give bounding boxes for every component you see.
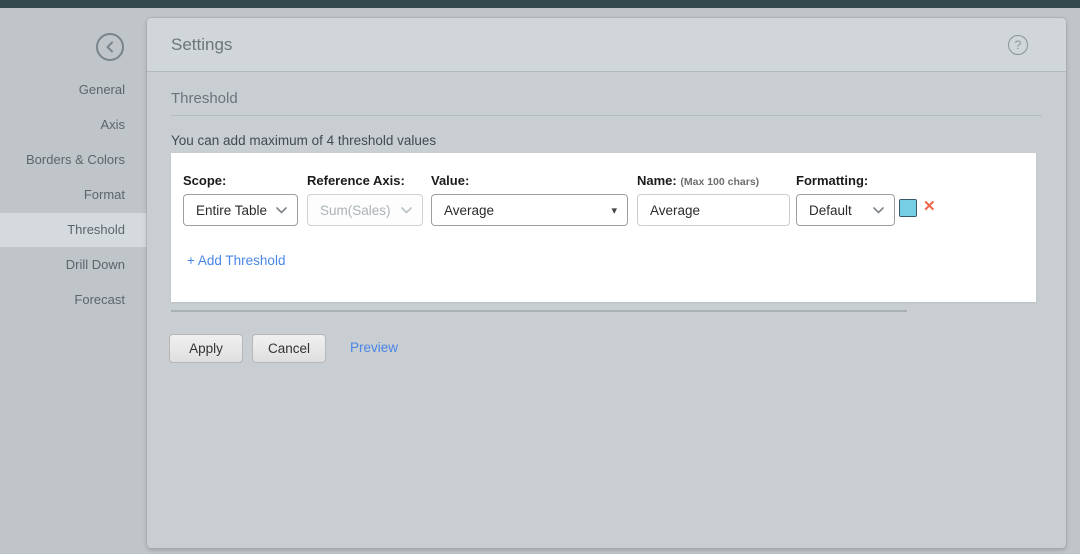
- settings-page: General Axis Borders & Colors Format Thr…: [0, 0, 1080, 554]
- reference-axis-select: Sum(Sales): [307, 194, 423, 226]
- formatting-select[interactable]: Default: [796, 194, 895, 226]
- sidebar-item-axis[interactable]: Axis: [0, 117, 147, 133]
- chevron-down-icon: [401, 206, 412, 213]
- section-title: Threshold: [171, 90, 238, 107]
- value-select[interactable]: Average ▾: [431, 194, 628, 226]
- panel-header: Settings ?: [147, 18, 1066, 72]
- scope-select[interactable]: Entire Table: [183, 194, 298, 226]
- sidebar-item-threshold[interactable]: Threshold: [0, 222, 147, 238]
- chevron-down-icon: [276, 206, 287, 213]
- section-divider: [171, 115, 1042, 116]
- delete-threshold-icon[interactable]: ✕: [923, 197, 936, 215]
- back-button[interactable]: [96, 33, 124, 61]
- settings-panel: Settings ? Threshold You can add maximum…: [147, 18, 1066, 548]
- formatting-label: Formatting:: [796, 173, 869, 188]
- sidebar-item-forecast[interactable]: Forecast: [0, 292, 147, 308]
- threshold-hint: You can add maximum of 4 threshold value…: [171, 133, 437, 148]
- dropdown-triangle-icon: ▾: [611, 204, 617, 217]
- preview-link[interactable]: Preview: [350, 340, 398, 355]
- threshold-color-swatch[interactable]: [899, 199, 917, 217]
- name-maxchars-hint: (Max 100 chars): [680, 176, 760, 188]
- content-divider: [171, 310, 907, 312]
- name-input[interactable]: [637, 194, 790, 226]
- top-bar: [0, 0, 1080, 8]
- scope-label: Scope:: [183, 173, 227, 188]
- name-label: Name: (Max 100 chars): [637, 173, 760, 188]
- sidebar-item-general[interactable]: General: [0, 82, 147, 98]
- value-label: Value:: [431, 173, 470, 188]
- chevron-left-icon: [106, 41, 113, 53]
- add-threshold-link[interactable]: + Add Threshold: [187, 253, 285, 268]
- threshold-row-card: Scope: Reference Axis: Value: Name: (Max…: [171, 153, 1036, 302]
- sidebar-item-drill-down[interactable]: Drill Down: [0, 257, 147, 273]
- apply-button[interactable]: Apply: [169, 334, 243, 363]
- page-title: Settings: [171, 35, 233, 54]
- help-icon[interactable]: ?: [1008, 35, 1028, 55]
- sidebar-item-format[interactable]: Format: [0, 187, 147, 203]
- reference-axis-label: Reference Axis:: [307, 173, 405, 188]
- chevron-down-icon: [873, 206, 884, 213]
- sidebar-item-borders-colors[interactable]: Borders & Colors: [0, 152, 147, 168]
- cancel-button[interactable]: Cancel: [252, 334, 326, 363]
